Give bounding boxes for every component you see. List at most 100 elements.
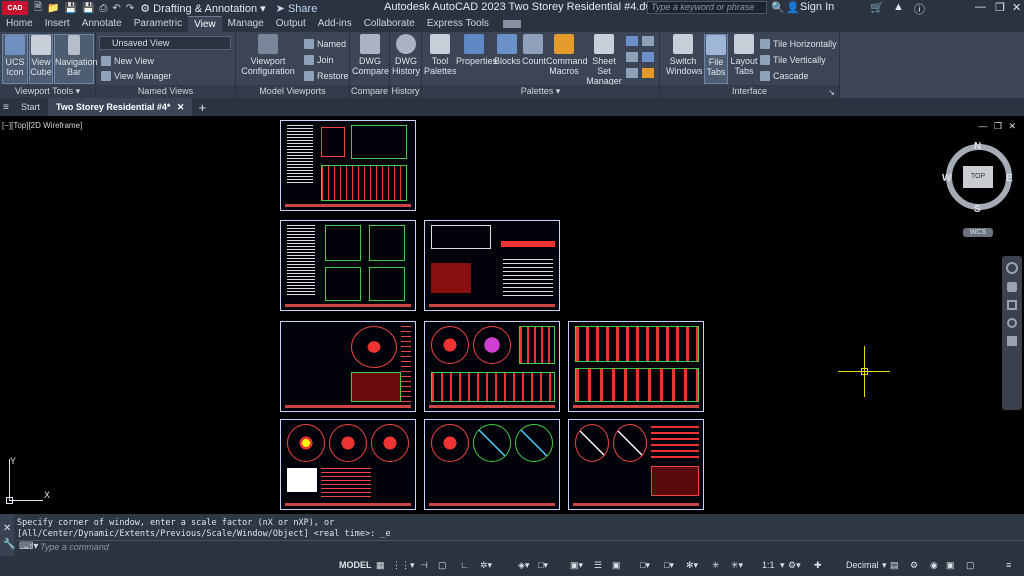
- tab-manage[interactable]: Manage: [222, 16, 270, 32]
- dynamic-ucs-icon[interactable]: ✻▾: [686, 560, 698, 571]
- units-dropdown[interactable]: Decimal: [846, 560, 879, 570]
- units-dropdown-icon[interactable]: ▾: [882, 560, 887, 571]
- restore-button[interactable]: ❐: [995, 1, 1005, 14]
- tab-add-ins[interactable]: Add-ins: [312, 16, 358, 32]
- view-cube-button[interactable]: View Cube: [29, 34, 53, 84]
- undo-icon[interactable]: ↶: [112, 3, 120, 14]
- annotation-scale[interactable]: 1:1: [762, 560, 775, 570]
- drawing-sheet-7[interactable]: [280, 419, 416, 510]
- drawing-sheet-8[interactable]: [424, 419, 560, 510]
- viewcube-top-face[interactable]: TOP: [963, 166, 993, 188]
- app-logo[interactable]: CAD: [2, 1, 28, 15]
- tab-annotate[interactable]: Annotate: [76, 16, 128, 32]
- viewport-configuration-button[interactable]: Viewport Configuration: [240, 34, 296, 76]
- file-tabs-menu-icon[interactable]: ≡: [3, 102, 13, 113]
- minimize-button[interactable]: —: [975, 1, 986, 13]
- new-view-button[interactable]: New View: [101, 54, 154, 67]
- drawing-sheet-3[interactable]: [424, 220, 560, 311]
- blocks-button[interactable]: Blocks: [494, 34, 521, 66]
- compass-south[interactable]: S: [974, 204, 981, 215]
- isodraft-icon[interactable]: ◈▾: [518, 560, 529, 571]
- user-icon[interactable]: 👤: [786, 1, 800, 14]
- cart-icon[interactable]: 🛒: [870, 1, 884, 14]
- viewport-minimize-icon[interactable]: —: [978, 121, 987, 131]
- search-icon[interactable]: 🔍: [771, 1, 785, 14]
- save-as-icon[interactable]: 💾: [82, 3, 94, 14]
- command-close-icon[interactable]: ✕: [3, 523, 11, 534]
- showmotion-icon[interactable]: [1007, 336, 1017, 346]
- tab-start[interactable]: Start: [13, 98, 48, 116]
- compass-west[interactable]: W: [942, 173, 951, 184]
- customization-menu-icon[interactable]: ≡: [1006, 560, 1011, 570]
- orbit-icon[interactable]: [1007, 318, 1017, 328]
- tool-palettes-button[interactable]: Tool Palettes: [424, 34, 457, 76]
- annotation-monitor-icon[interactable]: ✚: [814, 560, 822, 571]
- cascade-button[interactable]: Cascade: [760, 69, 809, 82]
- tile-horizontally-button[interactable]: Tile Horizontally: [760, 37, 837, 50]
- viewport-close-icon[interactable]: ✕: [1008, 121, 1016, 131]
- named-viewports-button[interactable]: Named: [304, 37, 346, 50]
- compass-north[interactable]: N: [974, 141, 981, 152]
- close-button[interactable]: ✕: [1012, 1, 1021, 14]
- redo-icon[interactable]: ↷: [126, 3, 134, 14]
- ribbon-toggle-icon[interactable]: [502, 20, 521, 28]
- named-view-dropdown[interactable]: Unsaved View: [99, 36, 231, 50]
- quick-properties-icon[interactable]: ▤: [890, 560, 899, 571]
- file-tabs-button[interactable]: File Tabs: [704, 34, 728, 84]
- tab-drawing[interactable]: Two Storey Residential #4* ✕: [48, 98, 193, 116]
- switch-windows-button[interactable]: Switch Windows: [666, 34, 703, 76]
- palette-small-icon-5[interactable]: [626, 68, 638, 78]
- palette-small-icon-6[interactable]: [642, 68, 654, 78]
- ortho-icon[interactable]: ∟: [460, 560, 469, 570]
- new-file-icon[interactable]: 🗎: [34, 0, 42, 17]
- new-tab-icon[interactable]: +: [198, 100, 206, 115]
- tab-parametric[interactable]: Parametric: [128, 16, 188, 32]
- tab-output[interactable]: Output: [270, 16, 312, 32]
- polar-tracking-icon[interactable]: ✲▾: [480, 560, 492, 571]
- sign-in-button[interactable]: Sign In: [800, 1, 834, 13]
- model-space-button[interactable]: MODEL: [339, 560, 372, 570]
- object-snap-tracking-icon[interactable]: □▾: [538, 560, 548, 571]
- sheet-set-manager-button[interactable]: Sheet Set Manager: [586, 34, 622, 86]
- command-customize-icon[interactable]: 🔧: [3, 539, 15, 550]
- pan-icon[interactable]: [1007, 282, 1017, 292]
- panel-launcher-icon[interactable]: ↘: [828, 88, 835, 97]
- zoom-extents-icon[interactable]: [1007, 300, 1017, 310]
- clean-screen-icon[interactable]: ▢: [966, 560, 975, 571]
- 3d-osnap-icon[interactable]: □▾: [664, 560, 674, 571]
- tile-vertically-button[interactable]: Tile Vertically: [760, 53, 826, 66]
- steering-wheel-icon[interactable]: [1006, 262, 1018, 274]
- infer-constraints-icon[interactable]: ⊣: [420, 560, 428, 571]
- share-button[interactable]: ➤ Share: [276, 2, 318, 15]
- palette-small-icon-4[interactable]: [642, 52, 654, 62]
- palette-small-icon-1[interactable]: [626, 36, 638, 46]
- auto-scale-icon[interactable]: ✳▾: [731, 560, 743, 571]
- workspace-switch-gear-icon[interactable]: ⚙▾: [788, 560, 801, 571]
- autodesk-app-icon[interactable]: ▲: [893, 1, 904, 13]
- panel-title-palettes[interactable]: Palettes ▾: [422, 85, 659, 98]
- drawing-sheet-2[interactable]: [280, 220, 416, 311]
- command-prompt-icon[interactable]: ⌨▾: [19, 541, 38, 552]
- lineweight-icon[interactable]: ☰: [594, 560, 602, 571]
- search-input[interactable]: Type a keyword or phrase: [647, 1, 767, 14]
- object-snap-icon[interactable]: ▣▾: [570, 560, 583, 571]
- palette-small-icon-2[interactable]: [642, 36, 654, 46]
- tab-express-tools[interactable]: Express Tools: [421, 16, 495, 32]
- command-input[interactable]: ⌨▾ Type a command: [16, 540, 1024, 554]
- annotation-visibility-icon[interactable]: ✳: [712, 560, 720, 571]
- navigation-bar-button[interactable]: Navigation Bar: [54, 34, 98, 84]
- join-viewports-button[interactable]: Join: [304, 53, 334, 66]
- open-icon[interactable]: 📁: [47, 3, 59, 14]
- view-manager-button[interactable]: View Manager: [101, 69, 171, 82]
- tab-insert[interactable]: Insert: [39, 16, 76, 32]
- snap-icon[interactable]: ⋮⋮▾: [392, 560, 415, 571]
- viewport-restore-icon[interactable]: ❐: [994, 121, 1002, 131]
- compass-east[interactable]: E: [1006, 173, 1013, 184]
- dwg-history-button[interactable]: DWG History: [391, 34, 421, 76]
- help-icon[interactable]: ⓘ: [914, 1, 925, 17]
- command-macros-button[interactable]: Command Macros: [546, 34, 588, 76]
- viewport-controls-label[interactable]: [−][Top][2D Wireframe]: [2, 121, 82, 130]
- transparency-icon[interactable]: ▣: [612, 560, 621, 571]
- save-icon[interactable]: 💾: [65, 3, 77, 14]
- drawing-sheet-9[interactable]: [568, 419, 704, 510]
